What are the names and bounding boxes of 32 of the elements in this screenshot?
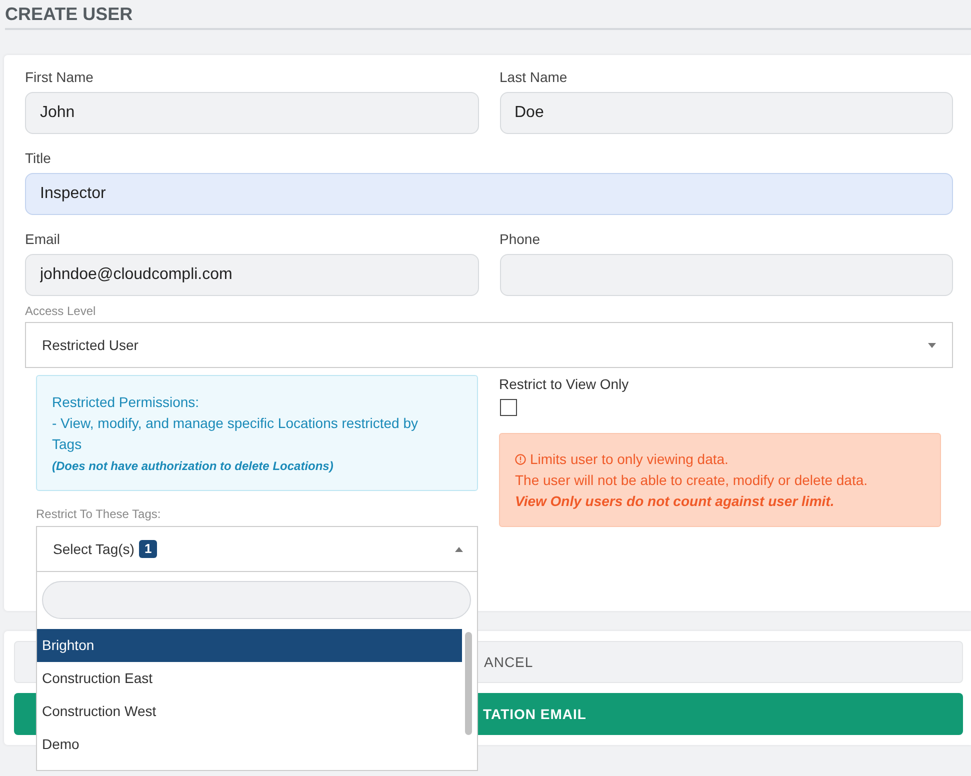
input-field[interactable] [500,254,953,296]
info-heading: Restricted Permissions: [52,393,200,412]
info-note: (Does not have authorization to delete Locations) [52,458,334,475]
field-label: Phone [500,231,541,248]
caret-icon [928,342,936,348]
dropdown-option[interactable]: Brighton [37,629,462,662]
field-label: Restrict To These Tags: [36,507,162,521]
alert-icon [515,454,526,465]
caret-icon [455,546,463,552]
field-label: First Name [25,69,94,86]
field-label: Title [25,150,52,167]
select-text: Select Tag(s) [53,541,134,557]
field-label: Email [25,231,62,248]
info-text: - View, modify, and manage specific Locations restricted by Tags [52,414,419,454]
input-field[interactable]: John [25,92,478,134]
warning-emphasis: View Only users do not count against user limit. [515,492,836,511]
field-label: Access Level [25,303,97,319]
checkbox[interactable] [500,399,517,416]
scrollbar[interactable] [465,632,472,735]
input-field[interactable]: Doe [500,92,953,134]
warning-text: The user will not be able to create, modify or delete data. [515,471,869,490]
page-title: CREATE USER [4,3,134,26]
dropdown-option[interactable]: Construction West [37,695,462,728]
warning-text: Limits user to only viewing data. [530,450,728,469]
tag-select[interactable]: Select Tag(s) 1 [36,526,478,572]
select-value: Restricted User [42,337,140,353]
search-field[interactable] [42,581,471,619]
checkbox-label: Restrict to View Only [499,376,630,393]
input-field[interactable]: Inspector [25,173,953,215]
field-label: Last Name [500,69,568,86]
count-badge: 1 [139,540,157,558]
access-level-select[interactable]: Restricted User [25,322,953,368]
